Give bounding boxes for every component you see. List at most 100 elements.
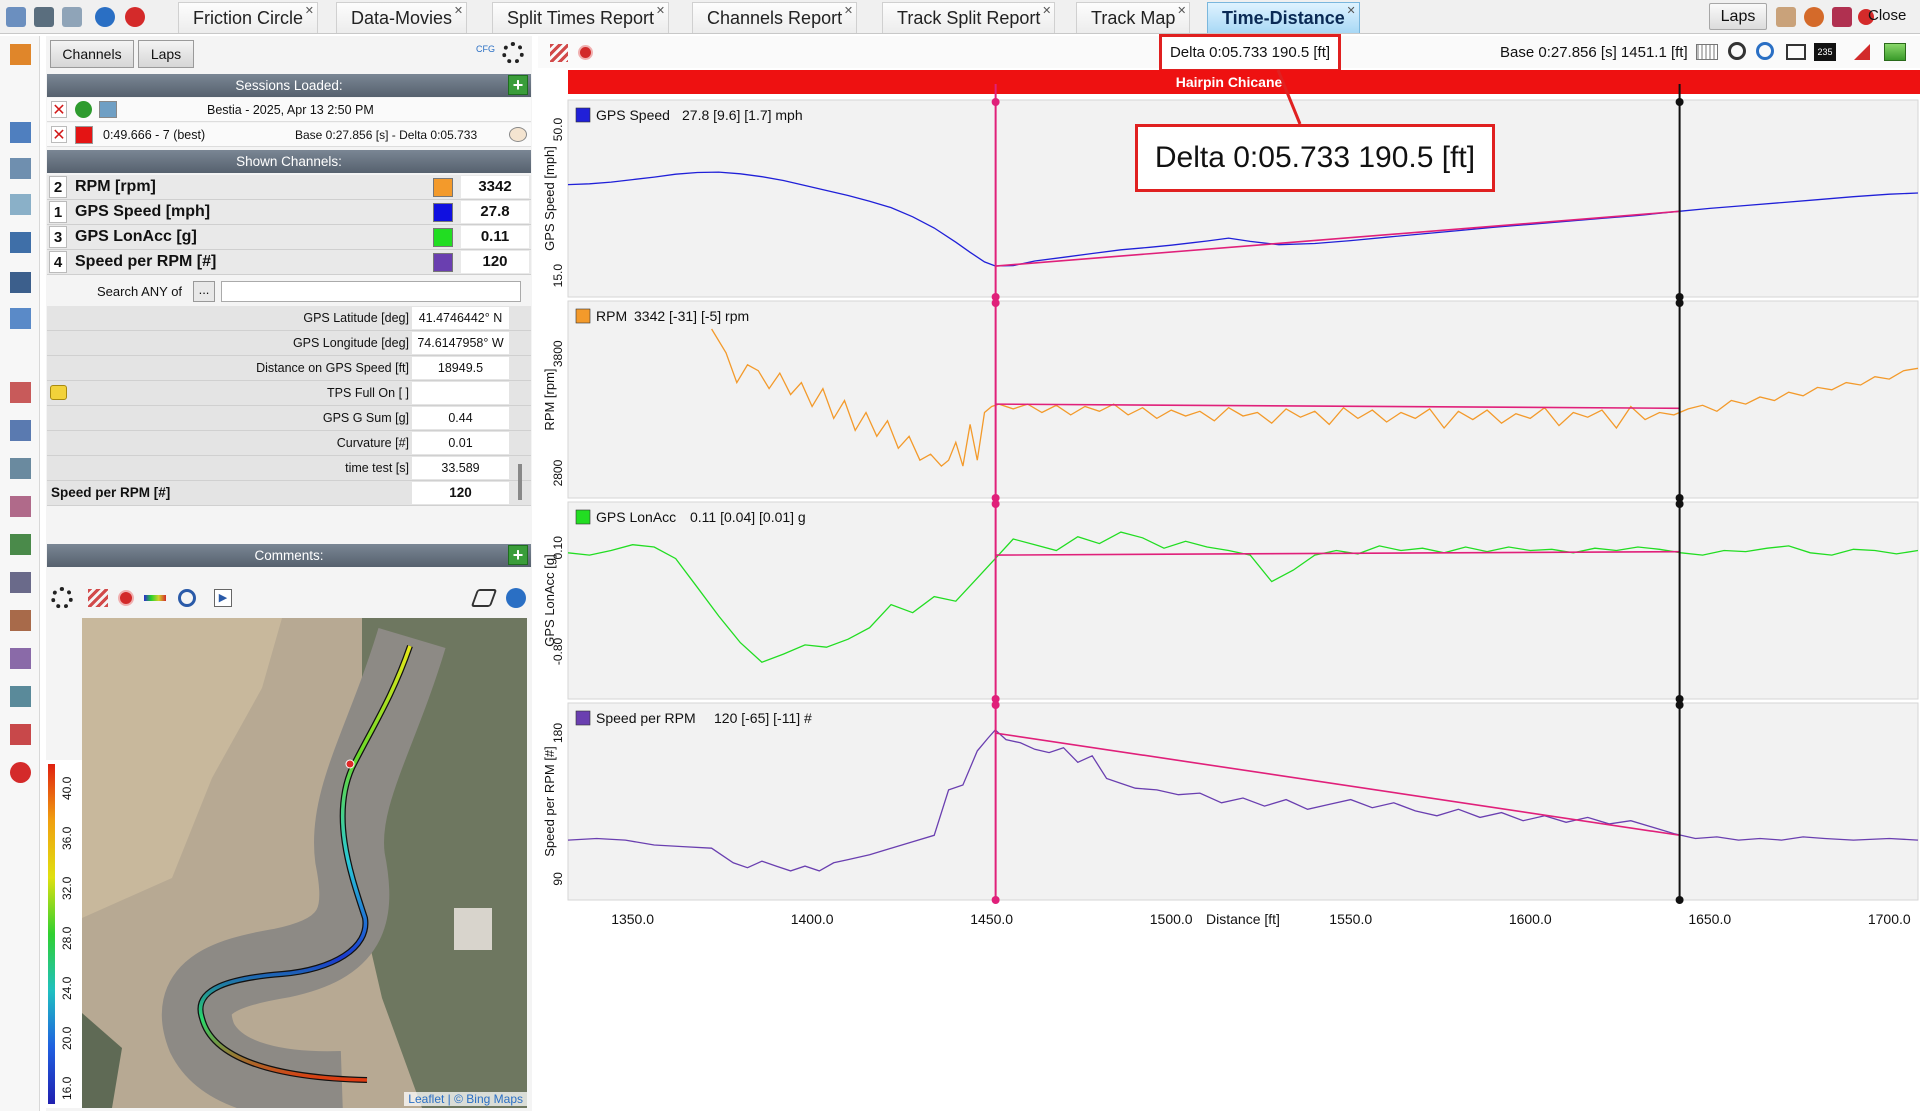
property-row[interactable]: TPS Full On [ ] xyxy=(47,381,531,406)
windows-icon[interactable] xyxy=(10,194,31,215)
property-row[interactable]: Curvature [#] 0.01 xyxy=(47,431,531,456)
lap-tool-icon[interactable] xyxy=(1776,7,1796,27)
track-map-icon[interactable] xyxy=(10,686,31,707)
info-icon[interactable] xyxy=(75,101,92,118)
plot-panel[interactable] xyxy=(567,300,1919,499)
gear-icon[interactable] xyxy=(51,587,73,609)
channel-count-icon[interactable]: 235 xyxy=(1814,43,1836,61)
channel-color-swatch[interactable] xyxy=(433,178,453,197)
export-icon[interactable] xyxy=(10,308,31,329)
delta-icon[interactable] xyxy=(1854,44,1870,60)
remove-lap-icon[interactable]: ✕ xyxy=(51,126,67,144)
bing-link[interactable]: | © Bing Maps xyxy=(448,1092,523,1106)
close-icon[interactable]: ✕ xyxy=(1177,5,1186,17)
zoom-out-icon[interactable] xyxy=(1756,42,1774,60)
home-icon[interactable] xyxy=(6,7,26,27)
tab-time-distance[interactable]: Time-Distance ✕ xyxy=(1207,2,1360,33)
lap-row[interactable]: ✕ 0:49.666 - 7 (best) Base 0:27.856 [s] … xyxy=(47,123,531,147)
property-row[interactable]: GPS Longitude [deg] 74.6147958° W xyxy=(47,331,531,356)
plot-panel[interactable] xyxy=(567,501,1919,700)
track-map[interactable]: Leaflet | © Bing Maps xyxy=(82,618,527,1108)
add-session-button[interactable]: + xyxy=(508,75,528,95)
chart-svg[interactable]: Hairpin Chicane GPS Speed 27.8 [9.6] [1.7]… xyxy=(538,69,1920,1111)
record-icon[interactable] xyxy=(578,45,593,60)
record-icon[interactable] xyxy=(10,762,31,783)
back-icon[interactable] xyxy=(95,7,115,27)
stop-icon[interactable] xyxy=(125,7,145,27)
tab-track-split-report[interactable]: Track Split Report ✕ xyxy=(882,2,1056,33)
channel-color-swatch[interactable] xyxy=(433,228,453,247)
movie-icon[interactable] xyxy=(10,420,31,441)
refresh-icon[interactable] xyxy=(62,7,82,27)
close-icon[interactable]: ✕ xyxy=(1347,5,1356,17)
stack-icon[interactable] xyxy=(1786,44,1806,60)
zoom-in-icon[interactable] xyxy=(1728,42,1746,60)
property-row[interactable]: GPS G Sum [g] 0.44 xyxy=(47,406,531,431)
wrench-icon[interactable] xyxy=(10,232,31,253)
channel-row[interactable]: 3 GPS LonAcc [g] 0.11 xyxy=(47,225,531,250)
property-row[interactable]: time test [s] 33.589 xyxy=(47,456,531,481)
target-icon[interactable] xyxy=(178,589,196,607)
time-distance-chart[interactable]: Hairpin Chicane GPS Speed 27.8 [9.6] [1.7]… xyxy=(538,69,1920,1111)
keyboard-icon[interactable] xyxy=(1696,44,1718,60)
record-icon[interactable] xyxy=(118,590,134,606)
track-icon[interactable] xyxy=(34,7,54,27)
math-channel-icon[interactable] xyxy=(1832,7,1852,27)
position-marker[interactable] xyxy=(345,759,355,769)
close-icon[interactable]: ✕ xyxy=(656,5,665,17)
property-row[interactable]: GPS Latitude [deg] 41.4746442° N xyxy=(47,306,531,331)
alarm-icon[interactable] xyxy=(1804,7,1824,27)
note-icon[interactable] xyxy=(50,385,67,400)
scrollbar-thumb[interactable] xyxy=(518,464,522,500)
remove-session-icon[interactable]: ✕ xyxy=(51,101,67,119)
files-icon[interactable] xyxy=(10,158,31,179)
leaflet-link[interactable]: Leaflet xyxy=(408,1092,444,1106)
friction-icon[interactable] xyxy=(10,458,31,479)
channel-color-swatch[interactable] xyxy=(433,253,453,272)
tab-channels-report[interactable]: Channels Report ✕ xyxy=(692,2,858,33)
channels-tab[interactable]: Channels xyxy=(50,40,134,68)
close-icon[interactable]: ✕ xyxy=(1042,5,1051,17)
layout-icon[interactable] xyxy=(1884,43,1906,61)
time-distance-icon[interactable] xyxy=(10,382,31,403)
laps-tab[interactable]: Laps xyxy=(138,40,194,68)
histogram-icon[interactable] xyxy=(10,534,31,555)
tab-track-map[interactable]: Track Map ✕ xyxy=(1076,2,1191,33)
channel-row[interactable]: 1 GPS Speed [mph] 27.8 xyxy=(47,200,531,225)
laps-button[interactable]: Laps xyxy=(1709,3,1767,30)
tab-friction-circle[interactable]: Friction Circle ✕ xyxy=(178,2,319,33)
split-icon[interactable] xyxy=(10,610,31,631)
property-row[interactable]: Speed per RPM [#] 120 xyxy=(47,481,531,506)
save-icon[interactable] xyxy=(10,272,31,293)
close-icon[interactable]: ✕ xyxy=(305,5,314,17)
search-input[interactable] xyxy=(221,281,521,302)
channel-row[interactable]: 2 RPM [rpm] 3342 xyxy=(47,175,531,200)
tab-split-times-report[interactable]: Split Times Report ✕ xyxy=(492,2,670,33)
report-icon[interactable] xyxy=(10,572,31,593)
color-scale-icon[interactable] xyxy=(144,595,166,601)
layers-icon[interactable] xyxy=(470,589,498,607)
plot-panel[interactable] xyxy=(567,702,1919,901)
session-row[interactable]: ✕ Bestia - 2025, Apr 13 2:50 PM xyxy=(47,98,531,122)
globe-icon[interactable] xyxy=(506,588,526,608)
slash-tool-icon[interactable] xyxy=(550,44,568,62)
graph-icon[interactable] xyxy=(10,724,31,745)
session-file-icon[interactable] xyxy=(99,101,117,118)
add-comment-button[interactable]: + xyxy=(508,545,528,565)
search-options-button[interactable]: ... xyxy=(193,281,215,302)
slash-tool-icon[interactable] xyxy=(88,589,108,607)
gear-icon[interactable] xyxy=(502,42,524,64)
table-icon[interactable] xyxy=(10,648,31,669)
cfg-label[interactable]: CFG xyxy=(476,44,495,54)
close-button[interactable]: Close xyxy=(1868,3,1906,29)
lap-color-swatch[interactable] xyxy=(75,126,93,144)
driver-icon[interactable] xyxy=(10,44,31,65)
channel-row[interactable]: 4 Speed per RPM [#] 120 xyxy=(47,250,531,275)
property-row[interactable]: Distance on GPS Speed [ft] 18949.5 xyxy=(47,356,531,381)
close-icon[interactable]: ✕ xyxy=(454,5,463,17)
scatter-icon[interactable] xyxy=(10,496,31,517)
play-icon[interactable]: ▶ xyxy=(214,589,232,607)
close-icon[interactable]: ✕ xyxy=(844,5,853,17)
settings-icon[interactable] xyxy=(10,122,31,143)
tab-data-movies[interactable]: Data-Movies ✕ xyxy=(336,2,468,33)
